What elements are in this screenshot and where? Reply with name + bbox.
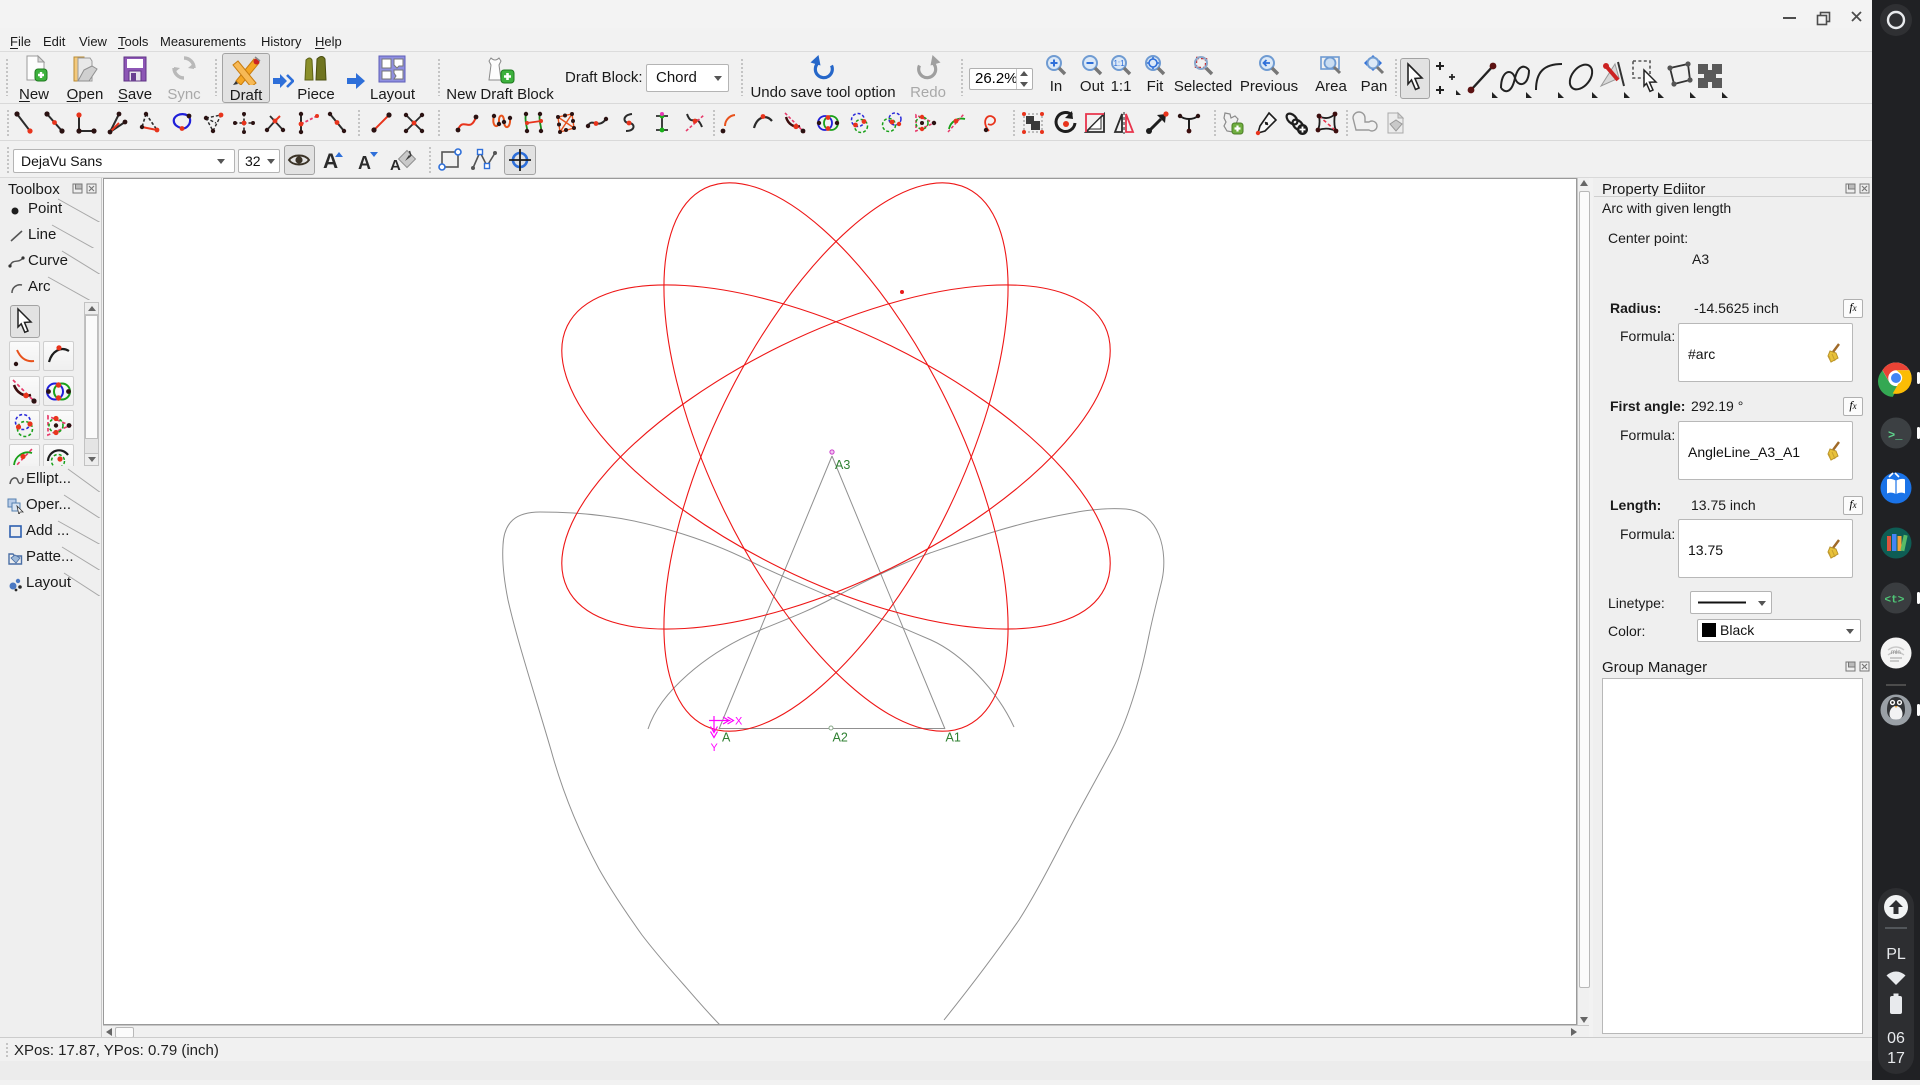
svg-text:06: 06 [1887,1030,1905,1047]
svg-text:A1: A1 [946,731,961,745]
svg-text:17: 17 [1887,1050,1905,1067]
svg-text:1:1: 1:1 [1113,59,1125,68]
svg-text:mln: mln [1891,650,1901,656]
svg-text:X: X [735,716,743,728]
svg-text:A: A [722,731,731,745]
svg-text:A3: A3 [835,458,850,472]
svg-text:PL: PL [1886,946,1906,963]
svg-text:<t>: <t> [1885,595,1905,607]
svg-text:A: A [358,153,371,173]
svg-text:A: A [323,150,338,173]
svg-text:A2: A2 [833,731,848,745]
svg-text:Y: Y [711,742,719,754]
svg-text:>_: >_ [1888,429,1903,443]
